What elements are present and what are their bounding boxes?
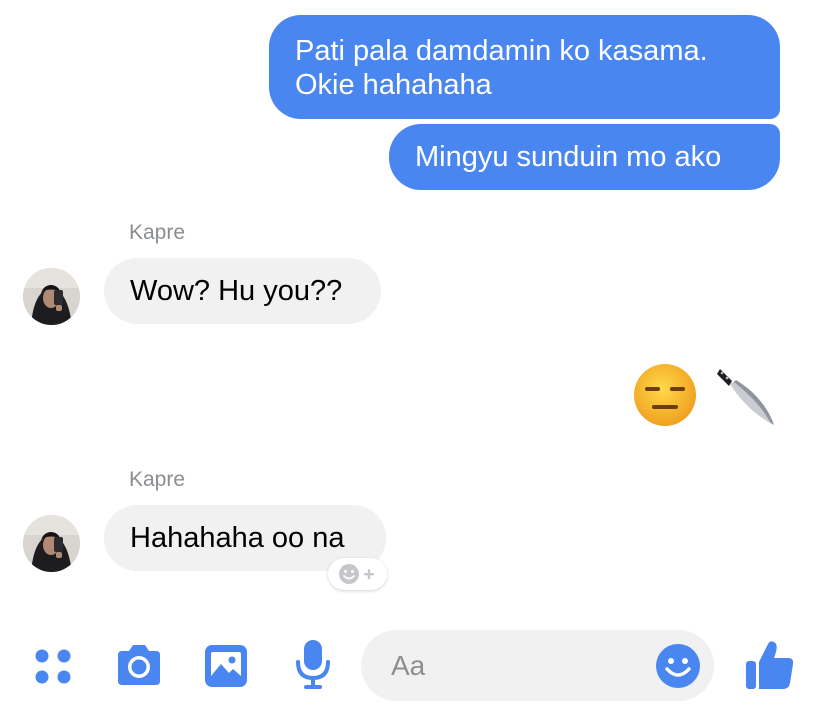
microphone-icon[interactable] xyxy=(294,638,332,692)
photo-icon[interactable] xyxy=(203,643,249,689)
message-line: Pati pala damdamin ko kasama. xyxy=(295,35,708,67)
avatar-photo xyxy=(23,268,80,325)
emoji-icon[interactable] xyxy=(655,643,701,689)
camera-icon[interactable] xyxy=(114,643,164,689)
message-text: Mingyu sunduin mo ako xyxy=(415,141,722,173)
incoming-message-bubble[interactable]: Wow? Hu you?? xyxy=(104,258,381,324)
add-reaction-button[interactable] xyxy=(328,558,387,590)
message-text: Wow? Hu you?? xyxy=(130,275,343,307)
sender-name: Kapre xyxy=(129,468,186,491)
avatar-photo xyxy=(23,515,80,572)
message-composer[interactable] xyxy=(361,630,714,701)
kitchen-knife-icon xyxy=(717,369,774,425)
thumbs-up-icon[interactable] xyxy=(744,638,796,692)
message-line: Okie hahahaha xyxy=(295,69,492,101)
message-text: Hahahaha oo na xyxy=(130,522,345,554)
add-reaction-icon xyxy=(339,564,374,584)
outgoing-message-bubble[interactable]: Pati pala damdamin ko kasama. Okie hahah… xyxy=(269,15,780,119)
avatar[interactable] xyxy=(23,268,80,325)
avatar[interactable] xyxy=(23,515,80,572)
chat-screen: Pati pala damdamin ko kasama. Okie hahah… xyxy=(0,0,828,718)
outgoing-message-bubble[interactable]: Mingyu sunduin mo ako xyxy=(389,124,780,190)
expressionless-face-icon xyxy=(634,364,696,426)
menu-dots-icon[interactable] xyxy=(33,645,75,687)
outgoing-emoji-message[interactable] xyxy=(632,355,782,435)
sender-name: Kapre xyxy=(129,221,186,244)
message-input[interactable] xyxy=(391,630,641,701)
